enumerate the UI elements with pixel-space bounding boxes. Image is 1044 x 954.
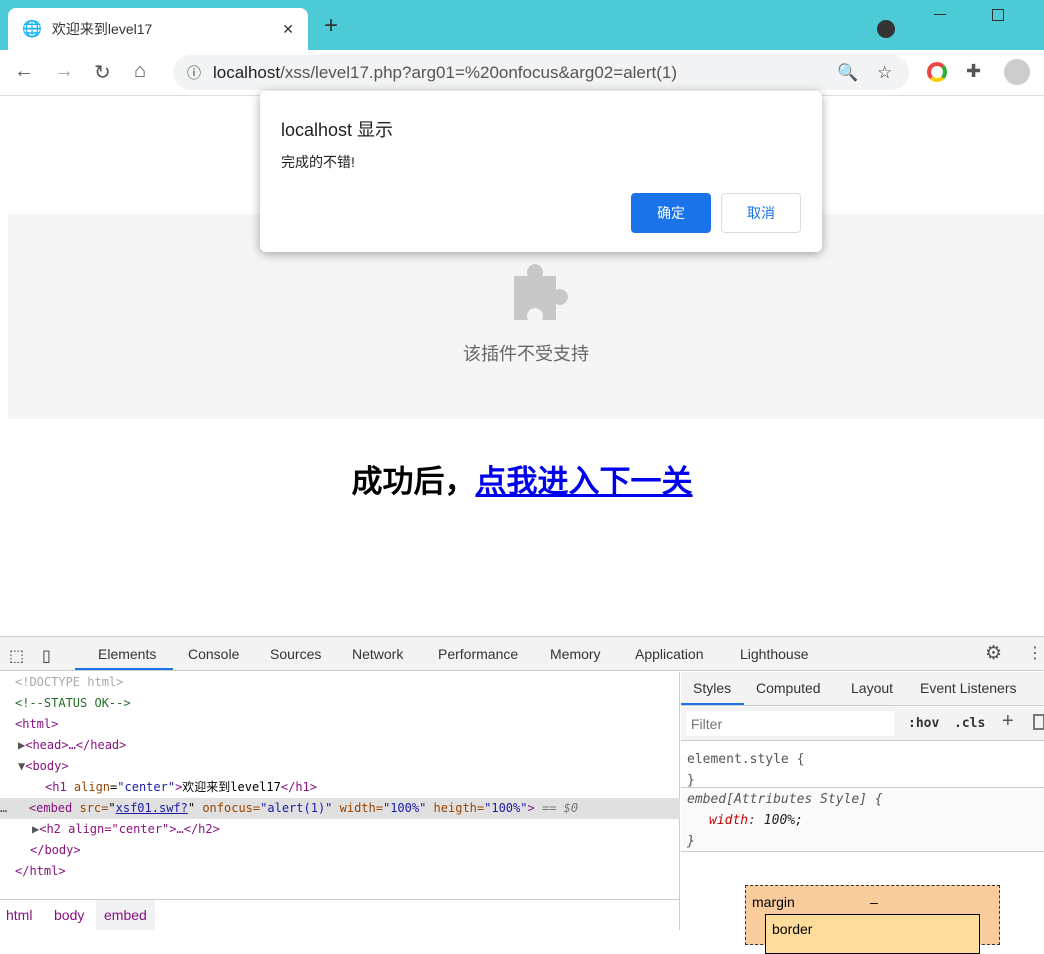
dialog-message: 完成的不错!	[281, 154, 355, 170]
elements-tree: <!DOCTYPE html> <!--STATUS OK--> <html> …	[0, 672, 680, 930]
tab-styles[interactable]: Styles	[693, 680, 731, 696]
close-tab-icon[interactable]: ✕	[282, 21, 294, 38]
ok-button[interactable]: 确定	[631, 193, 711, 233]
next-level-heading: 成功后，点我进入下一关	[351, 464, 693, 499]
dom-body-close[interactable]: </body>	[30, 840, 81, 861]
minimize-button[interactable]	[934, 14, 946, 15]
dom-head[interactable]: ▶<head>…</head>	[18, 735, 126, 756]
devtools-panel: ⬚ ▯ Elements Console Sources Network Per…	[0, 636, 1044, 954]
devtools-toolbar: ⬚ ▯ Elements Console Sources Network Per…	[0, 637, 1044, 671]
dom-embed-selected[interactable]: … <embed src="xsf01.swf?" onfocus="alert…	[0, 798, 680, 819]
dom-html[interactable]: <html>	[15, 714, 58, 735]
plugin-unsupported-text: 该插件不受支持	[463, 344, 589, 364]
tab-console[interactable]: Console	[188, 646, 239, 662]
tab-strip: 🌐 欢迎来到level17 ✕ +	[0, 0, 1044, 50]
breadcrumb: html body embed	[0, 899, 680, 930]
tab-computed[interactable]: Computed	[756, 680, 821, 696]
tab-event-listeners[interactable]: Event Listeners	[920, 680, 1017, 696]
crumb-body[interactable]: body	[54, 907, 84, 923]
tab-performance[interactable]: Performance	[438, 646, 518, 662]
new-rule-icon[interactable]: +	[1002, 710, 1014, 733]
extensions-icon[interactable]: ✚	[966, 61, 981, 82]
tab-application[interactable]: Application	[635, 646, 704, 662]
dom-html-close[interactable]: </html>	[15, 861, 66, 882]
box-model-border: border	[765, 914, 980, 954]
crumb-html[interactable]: html	[6, 907, 32, 923]
tab-search-icon[interactable]	[877, 20, 895, 38]
active-styles-indicator	[681, 703, 744, 705]
tab-elements[interactable]: Elements	[98, 646, 156, 662]
device-toggle-icon[interactable]: ▯	[42, 646, 51, 666]
styles-filter-input[interactable]	[686, 711, 894, 736]
tab-layout[interactable]: Layout	[851, 680, 893, 696]
reload-icon[interactable]: ↻	[94, 60, 111, 85]
cls-toggle[interactable]: .cls	[954, 716, 985, 731]
active-tab-indicator	[75, 668, 173, 670]
info-icon[interactable]: ⓘ	[187, 63, 201, 83]
tab-network[interactable]: Network	[352, 646, 403, 662]
profile-avatar[interactable]	[1004, 59, 1030, 85]
tab-title: 欢迎来到level17	[51, 21, 153, 37]
tab-memory[interactable]: Memory	[550, 646, 601, 662]
tab-lighthouse[interactable]: Lighthouse	[740, 646, 809, 662]
element-style-rule[interactable]: element.style {}	[687, 749, 804, 791]
toggle-sidebar-icon[interactable]	[1033, 714, 1044, 730]
hov-toggle[interactable]: :hov	[908, 716, 939, 731]
back-icon[interactable]: ←	[14, 60, 34, 83]
inspect-icon[interactable]: ⬚	[9, 646, 24, 666]
maximize-button[interactable]	[992, 9, 1004, 21]
next-level-link[interactable]: 点我进入下一关	[476, 464, 693, 499]
dom-h1[interactable]: <h1 align="center">欢迎来到level17</h1>	[45, 777, 317, 798]
dom-comment[interactable]: <!--STATUS OK-->	[15, 693, 131, 714]
zoom-icon[interactable]: 🔍	[837, 63, 858, 83]
styles-pane: Styles Computed Layout Event Listeners :…	[681, 672, 1044, 954]
tab-sources[interactable]: Sources	[270, 646, 321, 662]
attributes-style-rule[interactable]: embed[Attributes Style] {width: 100%;}	[687, 789, 883, 852]
alert-dialog: localhost 显示 完成的不错! 确定 取消	[260, 91, 822, 252]
crumb-embed[interactable]: embed	[96, 900, 155, 930]
dom-doctype[interactable]: <!DOCTYPE html>	[15, 672, 123, 693]
bookmark-star-icon[interactable]: ☆	[877, 63, 892, 83]
box-model-margin: margin – border	[745, 885, 1000, 954]
settings-gear-icon[interactable]: ⚙	[985, 642, 1002, 665]
puzzle-icon	[514, 264, 568, 320]
browser-tab[interactable]: 🌐 欢迎来到level17 ✕	[8, 8, 308, 50]
globe-icon: 🌐	[22, 21, 42, 38]
browser-toolbar: ← → ↻ ⌂ ⓘ localhost/xss/level17.php?arg0…	[0, 50, 1044, 96]
cancel-button[interactable]: 取消	[721, 193, 801, 233]
address-bar[interactable]: ⓘ localhost/xss/level17.php?arg01=%20onf…	[173, 55, 909, 90]
chrome-icon[interactable]	[927, 62, 947, 82]
swf-link[interactable]: xsf01.swf?	[116, 801, 188, 815]
forward-icon[interactable]: →	[54, 60, 74, 83]
dom-h2[interactable]: ▶<h2 align="center">…</h2>	[32, 819, 220, 840]
dom-body[interactable]: ▼<body>	[18, 756, 69, 777]
new-tab-button[interactable]: +	[324, 12, 338, 40]
dialog-title: localhost 显示	[281, 120, 394, 140]
home-icon[interactable]: ⌂	[134, 60, 146, 83]
more-menu-icon[interactable]: ⋮	[1027, 643, 1043, 663]
